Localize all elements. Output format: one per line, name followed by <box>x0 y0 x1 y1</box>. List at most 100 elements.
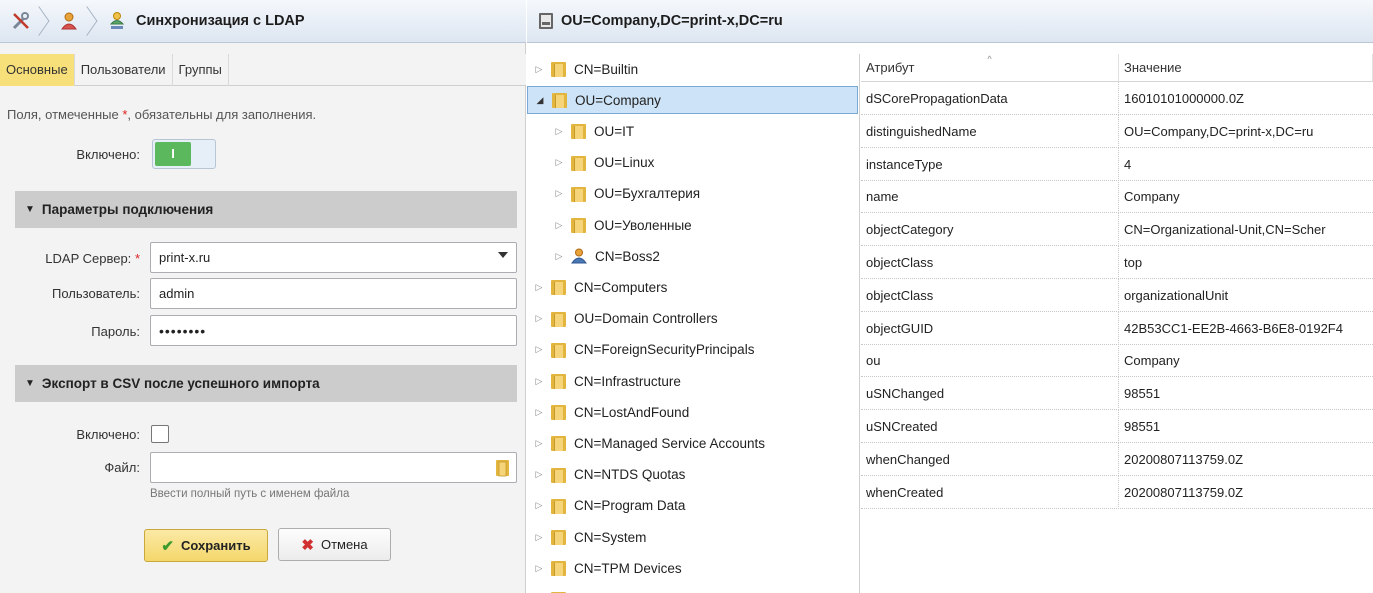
container-icon <box>539 13 553 29</box>
collapsed-arrow-icon[interactable]: ▷ <box>533 282 545 293</box>
tree-node[interactable]: ▷ CN=System <box>527 523 646 551</box>
collapsed-arrow-icon[interactable]: ▷ <box>553 157 565 168</box>
column-header-attribute[interactable]: ^ Атрибут <box>861 54 1119 82</box>
tree-node-label: CN=Computers <box>574 279 668 295</box>
ldap-server-label: LDAP Сервер: * <box>10 251 140 266</box>
collapsed-arrow-icon[interactable]: ▷ <box>533 532 545 543</box>
save-button[interactable]: ✔ Сохранить <box>144 529 268 562</box>
collapse-triangle-icon: ▼ <box>25 378 35 389</box>
attribute-cell: whenCreated <box>861 475 1119 509</box>
cancel-button[interactable]: ✖ Отмена <box>278 528 391 561</box>
folder-icon <box>551 342 566 358</box>
table-row[interactable]: objectGUID 42B53CC1-EE2B-4663-B6E8-0192F4 <box>861 311 1373 345</box>
ldap-sync-icon <box>106 10 128 32</box>
table-row[interactable]: name Company <box>861 180 1373 214</box>
folder-icon <box>551 61 566 77</box>
table-row[interactable]: objectClass organizationalUnit <box>861 278 1373 312</box>
save-button-label: Сохранить <box>180 538 251 553</box>
tree-node-label: OU=Company <box>575 92 661 108</box>
tree-node[interactable]: ▷ OU=Linux <box>527 149 654 177</box>
export-enabled-label: Включено: <box>76 427 140 442</box>
table-row[interactable]: dSCorePropagationData 16010101000000.0Z <box>861 82 1373 115</box>
collapsed-arrow-icon[interactable]: ▷ <box>533 563 545 574</box>
toggle-knob: I <box>155 142 191 166</box>
table-row[interactable]: whenChanged 20200807113759.0Z <box>861 442 1373 476</box>
collapsed-arrow-icon[interactable]: ▷ <box>533 469 545 480</box>
tab-users[interactable]: Пользователи <box>75 54 173 86</box>
tree-node[interactable]: ▷ CN=ForeignSecurityPrincipals <box>527 336 754 364</box>
password-value: •••••••• <box>159 322 207 339</box>
tree-node-label: CN=Program Data <box>574 498 686 514</box>
tree-node[interactable]: ▷ CN=TPM Devices <box>527 554 682 582</box>
collapsed-arrow-icon[interactable]: ▷ <box>533 64 545 75</box>
collapsed-arrow-icon[interactable]: ▷ <box>533 376 545 387</box>
collapsed-arrow-icon[interactable]: ▷ <box>533 344 545 355</box>
close-icon: ✖ <box>301 536 314 554</box>
column-header-value-label: Значение <box>1124 60 1182 75</box>
breadcrumb-separator <box>84 0 96 43</box>
tree-node[interactable]: ▷ OU=Бухгалтерия <box>527 180 700 208</box>
collapsed-arrow-icon[interactable]: ▷ <box>533 407 545 418</box>
folder-icon <box>551 467 566 483</box>
tree-node-label: CN=Infrastructure <box>574 373 681 389</box>
tree-node[interactable]: ▷ OU=IT <box>527 117 634 145</box>
tree-node[interactable]: ▷ CN=Program Data <box>527 492 685 520</box>
tree-node[interactable]: ◢ OU=Company <box>527 86 858 115</box>
attribute-cell: dSCorePropagationData <box>861 82 1119 115</box>
table-row[interactable]: ou Company <box>861 344 1373 378</box>
collapsed-arrow-icon[interactable]: ▷ <box>533 313 545 324</box>
export-enabled-checkbox[interactable] <box>151 425 169 443</box>
collapsed-arrow-icon[interactable]: ▷ <box>553 126 565 137</box>
required-star: * <box>134 251 140 266</box>
ldap-server-select[interactable]: print-x.ru <box>150 242 517 273</box>
tree-node[interactable]: ▷ CN=LostAndFound <box>527 398 689 426</box>
user-value: admin <box>159 286 195 301</box>
table-row[interactable]: objectClass top <box>861 246 1373 279</box>
collapsed-arrow-icon[interactable]: ▷ <box>553 251 565 262</box>
table-row[interactable]: objectCategory CN=Organizational-Unit,CN=… <box>861 213 1373 247</box>
attributes-table: ^ Атрибут Значение dSCorePropagationData… <box>861 54 1373 593</box>
tree-node[interactable]: ▷ CN=NTDS Quotas <box>527 461 685 489</box>
tab-groups[interactable]: Группы <box>173 54 229 86</box>
password-input[interactable]: •••••••• <box>150 315 517 346</box>
column-header-value[interactable]: Значение <box>1119 54 1373 82</box>
left-header: Синхронизация с LDAP <box>0 0 526 43</box>
collapsed-arrow-icon[interactable]: ▷ <box>533 500 545 511</box>
tree-node-label: CN=LostAndFound <box>574 404 690 420</box>
tree-node[interactable]: ▷ CN=Computers <box>527 273 667 301</box>
tree-node[interactable]: ▷ CN=Infrastructure <box>527 367 681 395</box>
browse-folder-icon[interactable] <box>496 459 510 477</box>
folder-icon <box>571 186 586 202</box>
tree-node[interactable]: ▷ CN=Builtin <box>527 55 638 83</box>
collapsed-arrow-icon[interactable]: ▷ <box>553 220 565 231</box>
page-title: Синхронизация с LDAP <box>136 13 305 29</box>
section-connection-title: Параметры подключения <box>41 202 214 217</box>
ldap-server-value: print-x.ru <box>159 250 211 265</box>
breadcrumb-ldap-sync: Синхронизация с LDAP <box>96 0 309 43</box>
section-connection-params[interactable]: ▼ Параметры подключения <box>15 191 517 228</box>
ldap-server-label-text: LDAP Сервер: <box>45 251 132 266</box>
chevron-down-icon <box>498 252 508 258</box>
table-row[interactable]: distinguishedName OU=Company,DC=print-x,D… <box>861 114 1373 148</box>
user-input[interactable]: admin <box>150 278 517 309</box>
table-row[interactable]: instanceType 4 <box>861 147 1373 181</box>
tree-node[interactable]: ▷ CN=Managed Service Accounts <box>527 429 765 457</box>
enabled-toggle[interactable]: I <box>152 139 216 169</box>
section-csv-export[interactable]: ▼ Экспорт в CSV после успешного импорта <box>15 365 517 402</box>
collapsed-arrow-icon[interactable]: ▷ <box>553 188 565 199</box>
tree-node[interactable]: ▷ CN=Boss2 <box>527 242 660 270</box>
tree-node[interactable]: ▷ OU=Domain Controllers <box>527 305 718 333</box>
file-path-input[interactable] <box>150 452 517 483</box>
table-row[interactable]: uSNCreated 98551 <box>861 410 1373 443</box>
value-cell: top <box>1124 255 1143 270</box>
table-row[interactable]: uSNChanged 98551 <box>861 377 1373 411</box>
collapsed-arrow-icon[interactable]: ▷ <box>533 438 545 449</box>
table-row[interactable]: whenCreated 20200807113759.0Z <box>861 475 1373 509</box>
value-cell: 98551 <box>1124 419 1161 434</box>
value-cell: Company <box>1124 189 1180 205</box>
expanded-arrow-icon[interactable]: ◢ <box>534 95 546 106</box>
tree-node[interactable]: ▷ OU=Уволенные <box>527 211 692 239</box>
tree-node[interactable]: ▷CN=Users <box>527 585 637 593</box>
tree-node-label: CN=Boss2 <box>595 248 660 264</box>
tab-general[interactable]: Основные <box>0 54 75 86</box>
